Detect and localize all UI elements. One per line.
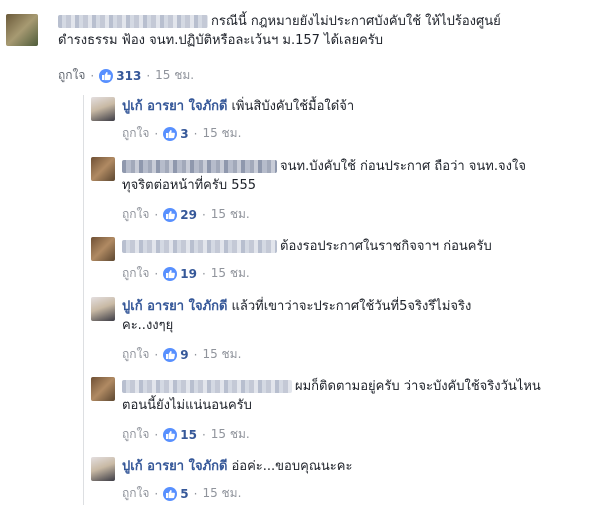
separator: · — [154, 486, 159, 501]
timestamp[interactable]: 15 ชม. — [211, 264, 250, 283]
reply-actions: ถูกใจ · 9 · 15 ชม. — [122, 345, 241, 364]
avatar[interactable] — [91, 97, 115, 121]
reply-text-line: ทุจริตต่อหน้าที่ครับ 555 — [122, 178, 257, 193]
like-button[interactable]: ถูกใจ — [122, 484, 149, 503]
separator: · — [154, 207, 159, 222]
separator: · — [193, 347, 198, 362]
like-button[interactable]: ถูกใจ — [122, 425, 149, 444]
comment-text: กรณีนี้ กฎหมายยังไม่ประกาศบังคับใช้ ให้ไ… — [58, 12, 593, 50]
reply: ปูเก้ อารยา ใจภักดี แล้วที่เขาว่าจะประกาศ… — [85, 293, 595, 373]
author-name[interactable]: ปูเก้ อารยา ใจภักดี — [122, 459, 227, 474]
reply: ต้องรอประกาศในราชกิจจาฯ ก่อนครับ ถูกใจ ·… — [85, 233, 595, 293]
separator: · — [154, 427, 159, 442]
reply: จนท.บังคับใช้ ก่อนประกาศ ถือว่า จนท.จงใจ… — [85, 153, 595, 233]
separator: · — [146, 68, 151, 83]
reply-text-line: จนท.บังคับใช้ ก่อนประกาศ ถือว่า จนท.จงใจ — [280, 159, 526, 174]
reaction-count[interactable]: 9 — [180, 348, 188, 362]
thumbs-up-icon — [163, 347, 178, 362]
reply-text-line: แล้วที่เขาว่าจะประกาศใช้วันที่5จริงรึไม่… — [231, 299, 472, 314]
timestamp[interactable]: 15 ชม. — [202, 124, 241, 143]
separator: · — [154, 126, 159, 141]
separator: · — [154, 266, 159, 281]
like-button[interactable]: ถูกใจ — [122, 205, 149, 224]
author-name[interactable]: ปูเก้ อารยา ใจภักดี — [122, 99, 227, 114]
timestamp[interactable]: 15 ชม. — [202, 345, 241, 364]
blurred-author-name[interactable] — [122, 160, 277, 173]
reaction-count[interactable]: 313 — [116, 69, 141, 83]
separator: · — [201, 207, 206, 222]
comment-actions: ถูกใจ · 313 · 15 ชม. — [58, 66, 194, 85]
timestamp[interactable]: 15 ชม. — [155, 66, 194, 85]
avatar[interactable] — [91, 157, 115, 181]
reply-actions: ถูกใจ · 5 · 15 ชม. — [122, 484, 241, 503]
reply-text: ต้องรอประกาศในราชกิจจาฯ ก่อนครับ — [122, 237, 592, 256]
like-button[interactable]: ถูกใจ — [122, 264, 149, 283]
reply-actions: ถูกใจ · 29 · 15 ชม. — [122, 205, 250, 224]
thumbs-up-icon — [163, 266, 178, 281]
reaction-count[interactable]: 3 — [180, 127, 188, 141]
avatar[interactable] — [6, 14, 38, 46]
avatar[interactable] — [91, 377, 115, 401]
blurred-author-name[interactable] — [122, 380, 292, 393]
reply-actions: ถูกใจ · 19 · 15 ชม. — [122, 264, 250, 283]
separator: · — [201, 266, 206, 281]
main-comment: กรณีนี้ กฎหมายยังไม่ประกาศบังคับใช้ ให้ไ… — [0, 0, 597, 90]
avatar[interactable] — [91, 297, 115, 321]
comment-text-line: กรณีนี้ กฎหมายยังไม่ประกาศบังคับใช้ ให้ไ… — [211, 14, 501, 29]
separator: · — [90, 68, 95, 83]
thumbs-up-icon — [99, 68, 114, 83]
timestamp[interactable]: 15 ชม. — [211, 425, 250, 444]
blurred-author-name[interactable] — [122, 240, 277, 253]
reply-thread-line — [83, 95, 84, 505]
timestamp[interactable]: 15 ชม. — [202, 484, 241, 503]
reply-text-line: ผมก็ติดตามอยู่ครับ ว่าจะบังคับใช้จริงวัน… — [295, 379, 541, 394]
reply-text: ปูเก้ อารยา ใจภักดี อ่อค่ะ...ขอบคุณนะคะ — [122, 457, 592, 476]
separator: · — [154, 347, 159, 362]
separator: · — [193, 126, 198, 141]
author-name[interactable]: ปูเก้ อารยา ใจภักดี — [122, 299, 227, 314]
comment-text-line: ดำรงธรรม ฟ้อง จนท.ปฏิบัติหรือละเว้นฯ ม.1… — [58, 33, 383, 48]
reaction-count[interactable]: 29 — [180, 208, 197, 222]
avatar[interactable] — [91, 457, 115, 481]
reply: ปูเก้ อารยา ใจภักดี เพิ่นสิบังคับใช้มื้อใ… — [85, 93, 595, 153]
like-button[interactable]: ถูกใจ — [122, 345, 149, 364]
thumbs-up-icon — [163, 427, 178, 442]
blurred-author-name[interactable] — [58, 15, 208, 28]
separator: · — [201, 427, 206, 442]
like-button[interactable]: ถูกใจ — [58, 66, 85, 85]
reply-text: ผมก็ติดตามอยู่ครับ ว่าจะบังคับใช้จริงวัน… — [122, 377, 592, 415]
reply-text-line: ต้องรอประกาศในราชกิจจาฯ ก่อนครับ — [280, 239, 492, 254]
timestamp[interactable]: 15 ชม. — [211, 205, 250, 224]
reply-actions: ถูกใจ · 3 · 15 ชม. — [122, 124, 241, 143]
reply-text-line: คะ..งงๆยุ — [122, 318, 174, 333]
thumbs-up-icon — [163, 126, 178, 141]
reply-text-line: ตอนนี้ยังไม่แน่นอนครับ — [122, 398, 252, 413]
reply-text-line: เพิ่นสิบังคับใช้มื้อใด๋จ้า — [231, 99, 355, 114]
reply: ปูเก้ อารยา ใจภักดี อ่อค่ะ...ขอบคุณนะคะ ถ… — [85, 453, 595, 513]
reply-text: จนท.บังคับใช้ ก่อนประกาศ ถือว่า จนท.จงใจ… — [122, 157, 592, 195]
avatar[interactable] — [91, 237, 115, 261]
thumbs-up-icon — [163, 486, 178, 501]
reaction-count[interactable]: 5 — [180, 487, 188, 501]
reaction-count[interactable]: 15 — [180, 428, 197, 442]
reply-text-line: อ่อค่ะ...ขอบคุณนะคะ — [231, 459, 353, 474]
thumbs-up-icon — [163, 207, 178, 222]
reply-text: ปูเก้ อารยา ใจภักดี แล้วที่เขาว่าจะประกาศ… — [122, 297, 592, 335]
reaction-count[interactable]: 19 — [180, 267, 197, 281]
reply-text: ปูเก้ อารยา ใจภักดี เพิ่นสิบังคับใช้มื้อใ… — [122, 97, 592, 116]
reply-actions: ถูกใจ · 15 · 15 ชม. — [122, 425, 250, 444]
reply: ผมก็ติดตามอยู่ครับ ว่าจะบังคับใช้จริงวัน… — [85, 373, 595, 453]
separator: · — [193, 486, 198, 501]
like-button[interactable]: ถูกใจ — [122, 124, 149, 143]
